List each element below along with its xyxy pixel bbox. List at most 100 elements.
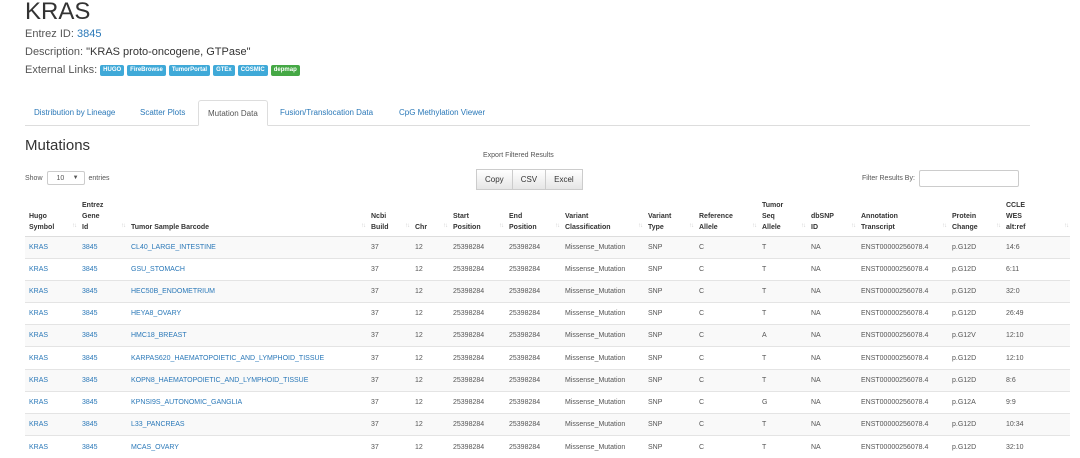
cell-start-position: 25398284 <box>449 390 505 414</box>
column-header-text: End <box>509 212 523 220</box>
copy-button[interactable]: Copy <box>476 169 513 190</box>
cell-link-tumor-sample-barcode[interactable]: MCAS_OVARY <box>127 435 367 458</box>
cell-link-entrez-gene-id[interactable]: 3845 <box>78 435 127 458</box>
tab-distribution-by-lineage[interactable]: Distribution by Lineage <box>25 100 124 126</box>
tab-cpg-methylation-viewer[interactable]: CpG Methylation Viewer <box>390 100 494 126</box>
cell-reference-allele: C <box>695 435 758 458</box>
column-header-tumor-sample-barcode[interactable]: Tumor Sample Barcode ↑↓ <box>127 196 367 237</box>
column-header-text: WES <box>1006 212 1022 220</box>
cell-link-tumor-sample-barcode[interactable]: HEYA8_OVARY <box>127 302 367 325</box>
cell-link-hugo-symbol[interactable]: KRAS <box>25 257 78 281</box>
depmap-link[interactable]: depmap <box>270 64 300 76</box>
entrez-id-link[interactable]: 3845 <box>77 28 101 40</box>
cell-link-hugo-symbol[interactable]: KRAS <box>25 435 78 458</box>
hugo-link[interactable]: HUGO <box>100 64 125 76</box>
cell-link-tumor-sample-barcode[interactable]: L33_PANCREAS <box>127 412 367 436</box>
cell-link-hugo-symbol[interactable]: KRAS <box>25 346 78 370</box>
column-header-variant-type[interactable]: Variant Type ↑↓ <box>644 196 695 237</box>
cell-end-position: 25398284 <box>505 390 561 414</box>
cell-link-entrez-gene-id[interactable]: 3845 <box>78 346 127 370</box>
sort-icon: ↑↓ <box>752 222 757 229</box>
column-header-text: Variant <box>648 212 672 220</box>
column-header-protein-change[interactable]: Protein Change ↑↓ <box>948 196 1002 237</box>
tab-scatter-plots[interactable]: Scatter Plots <box>131 100 194 126</box>
cell-link-tumor-sample-barcode[interactable]: KPNSI9S_AUTONOMIC_GANGLIA <box>127 390 367 414</box>
csv-button[interactable]: CSV <box>511 169 547 190</box>
cell-link-hugo-symbol[interactable]: KRAS <box>25 302 78 325</box>
cell-link-tumor-sample-barcode[interactable]: KOPN8_HAEMATOPOIETIC_AND_LYMPHOID_TISSUE <box>127 368 367 392</box>
column-header-ncbi-build[interactable]: Ncbi Build ↑↓ <box>367 196 411 237</box>
cell-dbsnp-id: NA <box>807 302 857 325</box>
column-header-entrez-gene-id[interactable]: Entrez Gene Id ↑↓ <box>78 196 127 237</box>
cell-link-entrez-gene-id[interactable]: 3845 <box>78 279 127 303</box>
entries-select[interactable]: 10 ▼ <box>46 171 85 185</box>
cell-link-tumor-sample-barcode[interactable]: CL40_LARGE_INTESTINE <box>127 235 367 259</box>
sort-icon: ↑↓ <box>851 222 856 229</box>
column-header-ccle-wes-alt-ref[interactable]: CCLE WES alt:ref ↑↓ <box>1002 196 1070 237</box>
cell-link-tumor-sample-barcode[interactable]: KARPAS620_HAEMATOPOIETIC_AND_LYMPHOID_TI… <box>127 346 367 370</box>
cell-link-entrez-gene-id[interactable]: 3845 <box>78 324 127 347</box>
column-header-reference-allele[interactable]: Reference Allele ↑↓ <box>695 196 758 237</box>
cell-ccle-wes-alt-ref: 9:9 <box>1002 390 1070 414</box>
excel-button[interactable]: Excel <box>545 169 583 190</box>
cell-link-hugo-symbol[interactable]: KRAS <box>25 412 78 436</box>
sort-icon: ↑↓ <box>801 222 806 229</box>
external-links: External Links: HUGO FireBrowse TumorPor… <box>25 63 300 77</box>
tumorportal-link[interactable]: TumorPortal <box>168 64 211 76</box>
cell-reference-allele: C <box>695 390 758 414</box>
filter-input[interactable] <box>918 170 1019 187</box>
cell-link-tumor-sample-barcode[interactable]: HEC50B_ENDOMETRIUM <box>127 279 367 303</box>
cell-variant-type: SNP <box>644 279 695 303</box>
tab-fusion-translocation-data[interactable]: Fusion/Translocation Data <box>271 100 382 126</box>
cell-link-hugo-symbol[interactable]: KRAS <box>25 324 78 347</box>
column-header-start-position[interactable]: Start Position ↑↓ <box>449 196 505 237</box>
cell-variant-classification: Missense_Mutation <box>561 235 644 259</box>
cell-link-hugo-symbol[interactable]: KRAS <box>25 235 78 259</box>
cell-ccle-wes-alt-ref: 26:49 <box>1002 302 1070 325</box>
cell-link-tumor-sample-barcode[interactable]: GSU_STOMACH <box>127 257 367 281</box>
cell-link-entrez-gene-id[interactable]: 3845 <box>78 235 127 259</box>
cell-chr: 12 <box>411 390 449 414</box>
column-header-annotation-transcript[interactable]: Annotation Transcript ↑↓ <box>857 196 948 237</box>
cell-link-entrez-gene-id[interactable]: 3845 <box>78 412 127 436</box>
gtex-link[interactable]: GTEx <box>213 64 235 76</box>
show-label: Show <box>25 174 43 182</box>
cell-variant-classification: Missense_Mutation <box>561 302 644 325</box>
column-header-chr[interactable]: Chr ↑↓ <box>411 196 449 237</box>
cell-link-entrez-gene-id[interactable]: 3845 <box>78 368 127 392</box>
cell-link-hugo-symbol[interactable]: KRAS <box>25 368 78 392</box>
cell-end-position: 25398284 <box>505 346 561 370</box>
cell-variant-type: SNP <box>644 302 695 325</box>
cosmic-link[interactable]: COSMIC <box>237 64 268 76</box>
firebrowse-link[interactable]: FireBrowse <box>127 64 166 76</box>
column-header-text: Entrez <box>82 201 104 209</box>
cell-link-hugo-symbol[interactable]: KRAS <box>25 279 78 303</box>
column-header-end-position[interactable]: End Position ↑↓ <box>505 196 561 237</box>
table-row: KRAS 3845 HEC50B_ENDOMETRIUM 37 12 25398284 25… <box>25 279 1070 303</box>
cell-variant-classification: Missense_Mutation <box>561 279 644 303</box>
column-header-variant-classification[interactable]: Variant Classification ↑↓ <box>561 196 644 237</box>
cell-annotation-transcript: ENST00000256078.4 <box>857 279 948 303</box>
cell-reference-allele: C <box>695 368 758 392</box>
table-row: KRAS 3845 MCAS_OVARY 37 12 25398284 25398284 Mi… <box>25 435 1070 458</box>
cell-end-position: 25398284 <box>505 368 561 392</box>
cell-link-entrez-gene-id[interactable]: 3845 <box>78 390 127 414</box>
cell-tumor-seq-allele: T <box>758 368 807 392</box>
cell-reference-allele: C <box>695 324 758 347</box>
cell-protein-change: p.G12D <box>948 302 1002 325</box>
column-header-tumor-seq-allele[interactable]: Tumor Seq Allele ↑↓ <box>758 196 807 237</box>
column-header-dbsnp-id[interactable]: dbSNP ID ↑↓ <box>807 196 857 237</box>
cell-link-entrez-gene-id[interactable]: 3845 <box>78 257 127 281</box>
cell-annotation-transcript: ENST00000256078.4 <box>857 390 948 414</box>
column-header-hugo-symbol[interactable]: Hugo Symbol ↑↓ <box>25 196 78 237</box>
cell-link-hugo-symbol[interactable]: KRAS <box>25 390 78 414</box>
cell-link-entrez-gene-id[interactable]: 3845 <box>78 302 127 325</box>
cell-end-position: 25398284 <box>505 235 561 259</box>
tab-mutation-data[interactable]: Mutation Data <box>198 100 268 126</box>
cell-start-position: 25398284 <box>449 279 505 303</box>
column-header-text: Change <box>952 223 978 231</box>
cell-link-tumor-sample-barcode[interactable]: HMC18_BREAST <box>127 324 367 347</box>
cell-start-position: 25398284 <box>449 412 505 436</box>
column-header-text: Type <box>648 223 664 231</box>
sort-icon: ↑↓ <box>121 222 126 229</box>
